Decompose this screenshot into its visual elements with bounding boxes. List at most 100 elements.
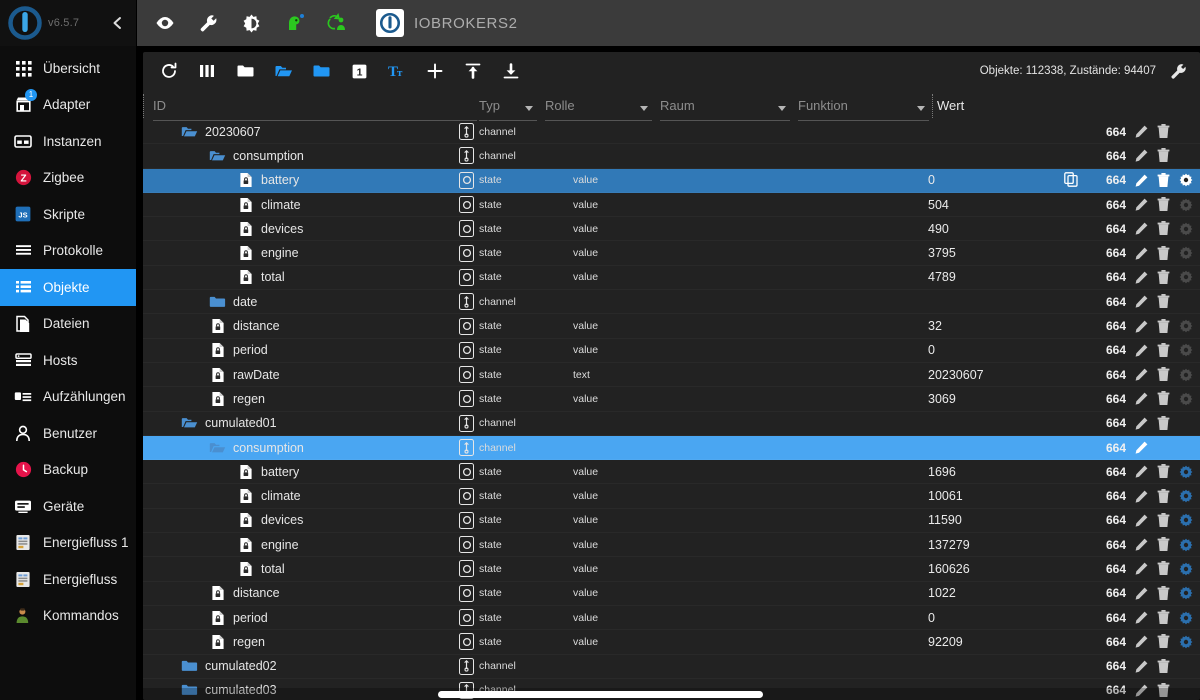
delete-icon[interactable]: [1155, 318, 1172, 335]
row-acl-label[interactable]: 664: [1082, 441, 1128, 455]
sidebar-item-hosts[interactable]: Hosts: [0, 342, 136, 379]
edit-icon[interactable]: [1133, 585, 1150, 602]
row-id-cell[interactable]: battery: [143, 172, 459, 189]
settings-icon[interactable]: [1177, 245, 1194, 262]
wrench-icon[interactable]: [196, 11, 220, 35]
settings-icon[interactable]: [1177, 269, 1194, 286]
sidebar-item-energiefluss-1[interactable]: Energiefluss 1: [0, 525, 136, 562]
download-icon[interactable]: [499, 60, 523, 82]
row-acl-label[interactable]: 664: [1082, 611, 1128, 625]
row-acl-label[interactable]: 664: [1082, 635, 1128, 649]
sidebar-item-energiefluss[interactable]: Energiefluss: [0, 561, 136, 598]
row-id-cell[interactable]: regen: [143, 390, 459, 407]
copy-icon[interactable]: [1064, 172, 1080, 188]
row-acl-label[interactable]: 664: [1082, 538, 1128, 552]
row-id-cell[interactable]: total: [143, 269, 459, 286]
edit-icon[interactable]: [1133, 560, 1150, 577]
sidebar-item-benutzer[interactable]: Benutzer: [0, 415, 136, 452]
row-value-cell[interactable]: 32: [928, 319, 1082, 333]
edit-icon[interactable]: [1133, 463, 1150, 480]
settings-blue-icon[interactable]: [1177, 488, 1194, 505]
table-row[interactable]: battery state value 0 664: [143, 168, 1200, 193]
filter-rolle[interactable]: Rolle: [545, 92, 660, 121]
row-acl-label[interactable]: 664: [1082, 562, 1128, 576]
delete-icon[interactable]: [1155, 560, 1172, 577]
sidebar-item-protokolle[interactable]: Protokolle: [0, 233, 136, 270]
horizontal-scrollbar[interactable]: [143, 688, 1200, 700]
chevron-down-icon[interactable]: [640, 106, 648, 111]
row-value-cell[interactable]: 3069: [928, 392, 1082, 406]
upload-icon[interactable]: [461, 60, 485, 82]
row-id-cell[interactable]: devices: [143, 512, 459, 529]
edit-icon[interactable]: [1133, 633, 1150, 650]
settings-blue-icon[interactable]: [1177, 463, 1194, 480]
table-row[interactable]: climate state value 504 664: [143, 193, 1200, 217]
wrench-icon[interactable]: [1166, 60, 1190, 82]
row-value-cell[interactable]: 0: [928, 611, 1082, 625]
delete-icon[interactable]: [1155, 536, 1172, 553]
chevron-down-icon[interactable]: [525, 106, 533, 111]
refresh-icon[interactable]: [157, 60, 181, 82]
row-acl-label[interactable]: 664: [1082, 489, 1128, 503]
row-value-cell[interactable]: 92209: [928, 635, 1082, 649]
edit-icon[interactable]: [1133, 488, 1150, 505]
delete-icon[interactable]: [1155, 220, 1172, 237]
delete-icon[interactable]: [1155, 633, 1172, 650]
row-id-cell[interactable]: 20230607: [143, 123, 459, 140]
horizontal-scrollbar-thumb[interactable]: [438, 691, 763, 698]
row-id-cell[interactable]: consumption: [143, 147, 459, 164]
row-value-cell[interactable]: 490: [928, 222, 1082, 236]
row-id-cell[interactable]: date: [143, 293, 459, 310]
edit-icon[interactable]: [1133, 245, 1150, 262]
row-acl-label[interactable]: 664: [1082, 246, 1128, 260]
delete-icon[interactable]: [1155, 488, 1172, 505]
delete-icon[interactable]: [1155, 463, 1172, 480]
delete-icon[interactable]: [1155, 390, 1172, 407]
row-id-cell[interactable]: cumulated02: [143, 658, 459, 675]
row-acl-label[interactable]: 664: [1082, 319, 1128, 333]
table-row[interactable]: regen state value 92209 664: [143, 630, 1200, 654]
delete-icon[interactable]: [1155, 512, 1172, 529]
row-id-cell[interactable]: cumulated01: [143, 415, 459, 432]
row-id-cell[interactable]: total: [143, 560, 459, 577]
sidebar-item-aufz-hlungen[interactable]: Aufzählungen: [0, 379, 136, 416]
table-row[interactable]: consumption channel 664: [143, 144, 1200, 168]
edit-icon[interactable]: [1133, 269, 1150, 286]
edit-icon[interactable]: [1133, 536, 1150, 553]
table-row[interactable]: cumulated01 channel 664: [143, 412, 1200, 436]
filter-raum[interactable]: Raum: [660, 92, 798, 121]
row-acl-label[interactable]: 664: [1082, 270, 1128, 284]
chevron-left-icon[interactable]: [111, 16, 124, 30]
row-id-cell[interactable]: engine: [143, 245, 459, 262]
row-id-cell[interactable]: devices: [143, 220, 459, 237]
row-id-cell[interactable]: rawDate: [143, 366, 459, 383]
table-row[interactable]: devices state value 11590 664: [143, 509, 1200, 533]
table-row[interactable]: climate state value 10061 664: [143, 484, 1200, 508]
settings-icon[interactable]: [1177, 390, 1194, 407]
row-acl-label[interactable]: 664: [1082, 659, 1128, 673]
delete-icon[interactable]: [1155, 269, 1172, 286]
table-row[interactable]: 20230607 channel 664: [143, 120, 1200, 144]
settings-icon[interactable]: [1177, 366, 1194, 383]
filter-typ[interactable]: Typ: [479, 92, 545, 121]
table-row[interactable]: cumulated02 channel 664: [143, 655, 1200, 679]
settings-icon[interactable]: [1177, 196, 1194, 213]
row-acl-label[interactable]: 664: [1082, 513, 1128, 527]
sidebar-item-instanzen[interactable]: Instanzen: [0, 123, 136, 160]
chevron-down-icon[interactable]: [917, 106, 925, 111]
row-value-cell[interactable]: 504: [928, 198, 1082, 212]
settings-icon[interactable]: [1177, 172, 1194, 189]
delete-icon[interactable]: [1155, 342, 1172, 359]
row-acl-label[interactable]: 664: [1082, 392, 1128, 406]
edit-icon[interactable]: [1133, 658, 1150, 675]
row-value-cell[interactable]: 3795: [928, 246, 1082, 260]
edit-icon[interactable]: [1133, 318, 1150, 335]
edit-icon[interactable]: [1133, 390, 1150, 407]
settings-blue-icon[interactable]: [1177, 633, 1194, 650]
settings-blue-icon[interactable]: [1177, 609, 1194, 626]
sidebar-item-kommandos[interactable]: Kommandos: [0, 598, 136, 635]
table-row[interactable]: total state value 160626 664: [143, 557, 1200, 581]
objects-table[interactable]: 20230607 channel 664 consumption channel 664 b…: [143, 120, 1200, 700]
table-row[interactable]: date channel 664: [143, 290, 1200, 314]
row-id-cell[interactable]: regen: [143, 633, 459, 650]
